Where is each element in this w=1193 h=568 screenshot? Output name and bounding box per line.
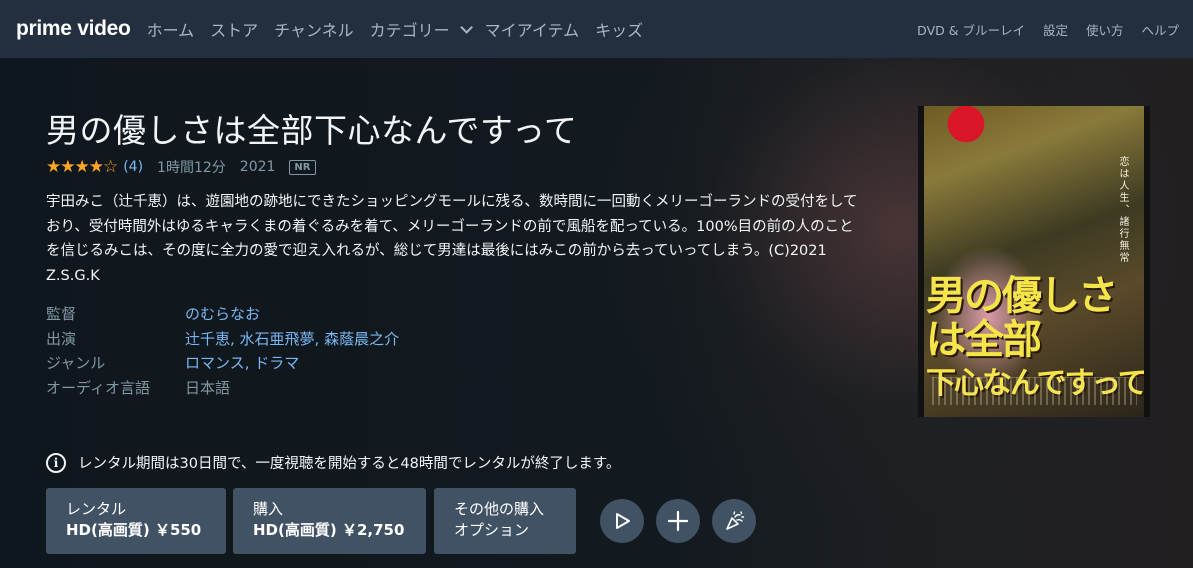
watch-party-button[interactable]: [712, 499, 756, 543]
poster-frame: [918, 106, 1150, 417]
buy-label: 購入: [253, 500, 284, 518]
detail-row-cast: 出演 辻千恵, 水石亜飛夢, 森蔭晨之介: [46, 327, 399, 352]
detail-row-genre: ジャンル ロマンス, ドラマ: [46, 351, 399, 376]
movie-poster: 恋は人生、諸行無常 男の優しさは全部 下心なんですって: [918, 106, 1150, 417]
rental-notice-text: レンタル期間は30日間で、一度視聴を開始すると48時間でレンタルが終了します。: [78, 456, 621, 472]
nav-right-links: DVD & ブルーレイ 設定 使い方 ヘルプ: [899, 0, 1179, 58]
synopsis: 宇田みこ（辻千恵）は、遊園地の跡地にできたショッピングモールに残る、数時間に一回…: [46, 194, 858, 284]
buy-hd-button[interactable]: 購入 HD(高画質) ￥2,750: [233, 488, 426, 554]
genre-label: ジャンル: [46, 354, 106, 372]
buy-price: HD(高画質) ￥2,750: [253, 521, 405, 539]
nav-help[interactable]: ヘルプ: [1141, 20, 1179, 39]
nav-store[interactable]: ストア: [210, 17, 258, 41]
party-popper-icon: [726, 511, 745, 530]
trailer-play-button[interactable]: [600, 499, 644, 543]
other-purchase-options-button[interactable]: その他の購入 オプション: [434, 488, 576, 554]
detail-row-director: 監督 のむらなお: [46, 302, 399, 327]
director-link[interactable]: のむらなお: [185, 302, 260, 327]
release-year: 2021: [239, 159, 276, 175]
nav-my-items[interactable]: マイアイテム: [485, 17, 579, 41]
nav-channels[interactable]: チャンネル: [274, 17, 354, 41]
info-icon: i: [46, 452, 66, 473]
nav-how-to-use[interactable]: 使い方: [1086, 20, 1124, 39]
chevron-down-icon: [459, 20, 473, 34]
other-options-line1: その他の購入: [454, 500, 545, 518]
cast-links[interactable]: 辻千恵, 水石亜飛夢, 森蔭晨之介: [185, 327, 399, 352]
rating-count-link[interactable]: (4): [123, 159, 143, 175]
nav-kids[interactable]: キッズ: [595, 17, 643, 41]
star-rating: ★★★★☆: [46, 157, 118, 177]
plus-icon: [667, 510, 689, 532]
rent-hd-button[interactable]: レンタル HD(高画質) ￥550: [46, 488, 226, 554]
director-label: 監督: [46, 305, 77, 323]
cast-label: 出演: [46, 329, 77, 348]
audio-language-value: 日本語: [185, 378, 231, 397]
rent-label: レンタル: [66, 500, 127, 518]
audio-language-label: オーディオ言語: [46, 378, 150, 397]
play-icon: [616, 513, 630, 529]
add-to-watchlist-button[interactable]: [656, 499, 700, 543]
nav-dvd-bluray[interactable]: DVD & ブルーレイ: [917, 20, 1025, 39]
prime-video-logo[interactable]: prime video: [16, 17, 131, 41]
nav-categories-label: カテゴリー: [369, 21, 450, 40]
detail-row-audio: オーディオ言語 日本語: [46, 376, 399, 401]
runtime: 1時間12分: [157, 160, 226, 176]
nav-settings[interactable]: 設定: [1043, 20, 1068, 39]
rental-notice: i レンタル期間は30日間で、一度視聴を開始すると48時間でレンタルが終了します…: [46, 452, 620, 473]
nav-home[interactable]: ホーム: [147, 17, 195, 41]
genre-links[interactable]: ロマンス, ドラマ: [185, 351, 299, 376]
nav-categories[interactable]: カテゴリー: [369, 17, 473, 41]
rent-price: HD(高画質) ￥550: [66, 521, 202, 539]
maturity-rating-badge: NR: [289, 159, 316, 175]
movie-title: 男の優しさは全部下心なんですって: [46, 111, 578, 150]
details-list: 監督 のむらなお 出演 辻千恵, 水石亜飛夢, 森蔭晨之介 ジャンル ロマンス,…: [46, 302, 399, 400]
other-options-line2: オプション: [454, 521, 530, 539]
top-navigation: prime video ホーム ストア チャンネル カテゴリー マイアイテム キ…: [0, 0, 1193, 58]
movie-meta: ★★★★☆ (4) 1時間12分 2021 NR: [46, 156, 316, 178]
